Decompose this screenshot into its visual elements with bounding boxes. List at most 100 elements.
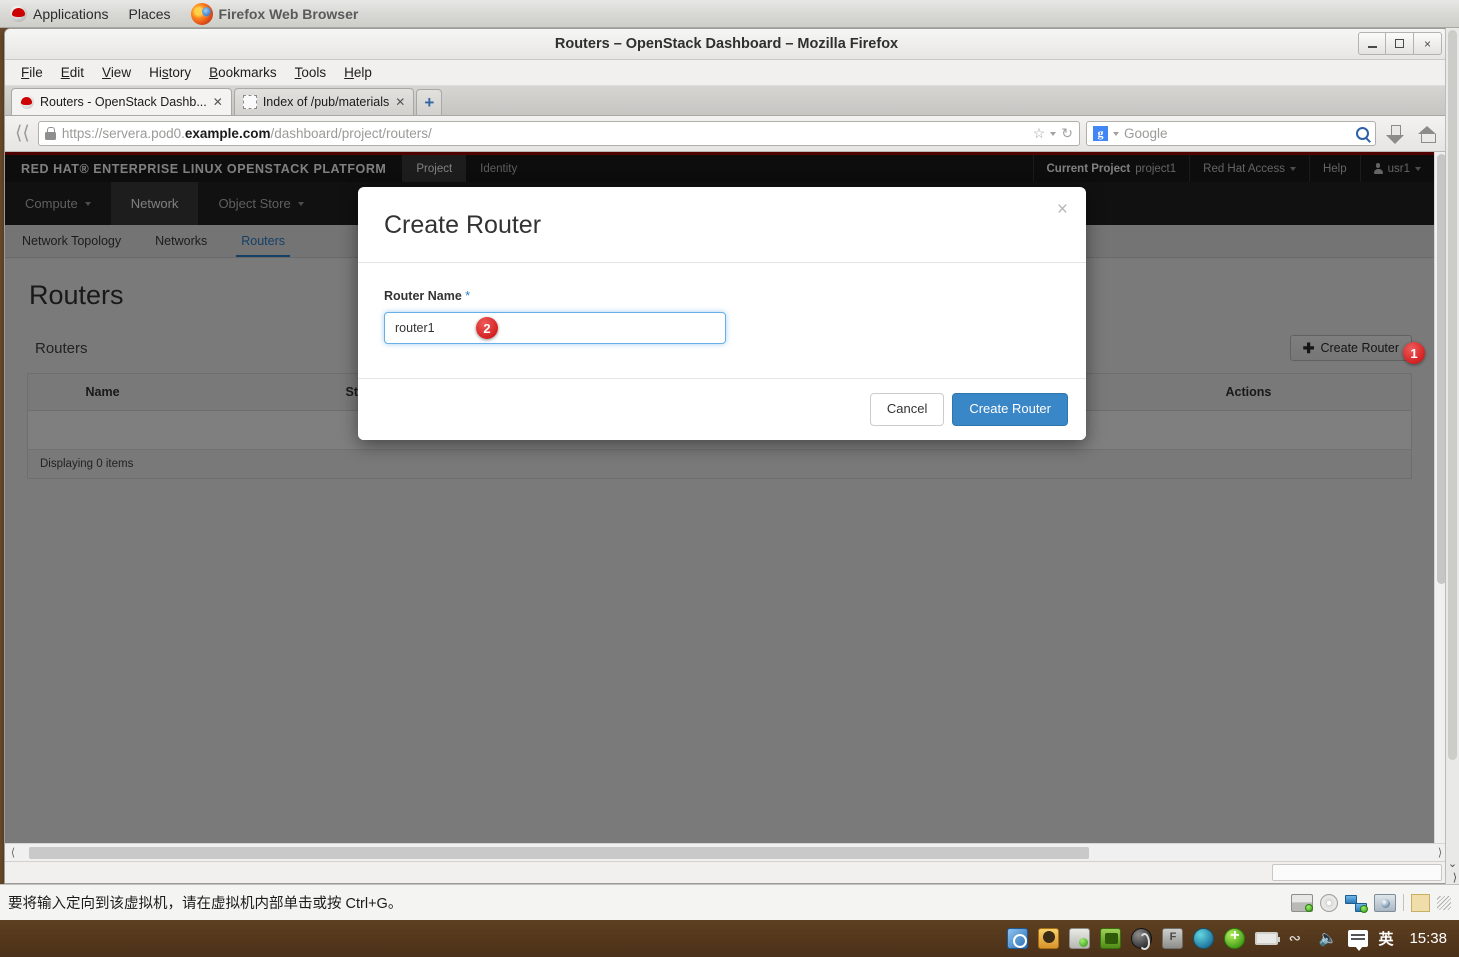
redhat-icon xyxy=(10,5,27,22)
annotation-badge-2: 2 xyxy=(476,317,498,339)
screenshot-icon[interactable] xyxy=(1374,893,1396,912)
router-name-label: Router Name * xyxy=(384,289,1060,303)
scroll-left-icon[interactable]: ⟨ xyxy=(5,846,21,859)
menu-tools[interactable]: Tools xyxy=(287,62,335,83)
status-box xyxy=(1272,864,1442,881)
gnome-top-panel: Applications Places Firefox Web Browser xyxy=(0,0,1459,28)
maximize-icon xyxy=(1395,39,1404,48)
window-title: Routers – OpenStack Dashboard – Mozilla … xyxy=(554,36,899,52)
places-menu[interactable]: Places xyxy=(119,0,181,27)
tab-close-icon[interactable]: ✕ xyxy=(395,95,405,109)
plus-icon: + xyxy=(424,93,435,112)
plus-icon[interactable] xyxy=(1224,927,1246,949)
font-icon[interactable] xyxy=(1162,928,1184,949)
language-indicator[interactable]: 英 xyxy=(1378,928,1393,949)
system-tray: ∾ 🔈 英 15:38 xyxy=(1007,927,1459,951)
menu-bar: File Edit View History Bookmarks Tools H… xyxy=(5,60,1448,86)
battery-icon[interactable] xyxy=(1255,932,1281,945)
close-icon[interactable]: × xyxy=(1057,200,1068,219)
menu-bookmarks[interactable]: Bookmarks xyxy=(201,62,285,83)
disk-icon[interactable] xyxy=(1291,893,1313,912)
scroll-down-icon[interactable]: ⌄ xyxy=(1446,857,1459,870)
page-horizontal-scrollbar[interactable]: ⟨ ⟩ xyxy=(5,843,1448,861)
wifi-icon[interactable]: ∾ xyxy=(1288,930,1308,947)
search-icon[interactable] xyxy=(1356,127,1369,140)
required-marker: * xyxy=(465,289,471,303)
router-name-field-wrapper: 2 xyxy=(384,312,726,344)
modal-create-router-button[interactable]: Create Router xyxy=(952,393,1068,426)
chevron-down-icon[interactable] xyxy=(1050,131,1057,136)
menu-edit[interactable]: Edit xyxy=(53,62,92,83)
horizontal-scroll-track[interactable] xyxy=(21,845,1432,860)
vm-device-icons xyxy=(1291,893,1451,913)
blank-page-favicon-icon xyxy=(242,95,257,109)
chevron-down-icon[interactable] xyxy=(1113,131,1119,136)
bookmark-star-icon[interactable]: ☆ xyxy=(1033,125,1046,142)
menu-help[interactable]: Help xyxy=(336,62,380,83)
back-forward-button[interactable]: ⟨⟨ xyxy=(13,122,32,145)
notes-icon[interactable] xyxy=(1411,893,1430,912)
tab-label: Index of /pub/materials xyxy=(262,95,390,109)
status-dot xyxy=(1360,904,1368,913)
url-bar[interactable]: https://servera.pod0.example.com/dashboa… xyxy=(37,121,1080,146)
router-name-label-text: Router Name xyxy=(384,289,462,303)
resize-grip-icon[interactable] xyxy=(1437,895,1451,910)
search-bar[interactable]: g Google xyxy=(1086,121,1376,146)
menu-file[interactable]: File xyxy=(13,62,51,83)
volume-icon[interactable]: 🔈 xyxy=(1318,930,1338,947)
file-transfer-icon[interactable] xyxy=(1069,928,1091,949)
openstack-dashboard-page: RED HAT® ENTERPRISE LINUX OPENSTACK PLAT… xyxy=(5,152,1434,843)
modal-title: Create Router xyxy=(384,211,542,239)
browser-tab-routers[interactable]: Routers - OpenStack Dashb... ✕ xyxy=(11,88,232,115)
router-name-input[interactable] xyxy=(384,312,726,344)
window-controls: × xyxy=(1358,32,1442,55)
search-input[interactable]: Google xyxy=(1124,126,1351,141)
nvidia-icon[interactable] xyxy=(1100,928,1122,949)
menu-view[interactable]: View xyxy=(94,62,139,83)
firefox-icon xyxy=(190,2,213,25)
tab-strip: Routers - OpenStack Dashb... ✕ Index of … xyxy=(5,86,1448,116)
reload-icon[interactable]: ↻ xyxy=(1061,125,1073,142)
update-icon[interactable] xyxy=(1131,928,1153,950)
home-button[interactable] xyxy=(1414,121,1440,147)
qq-icon[interactable] xyxy=(1038,928,1060,949)
tab-label: Routers - OpenStack Dashb... xyxy=(40,95,207,109)
google-icon: g xyxy=(1093,126,1108,141)
modal-footer: Cancel Create Router xyxy=(358,378,1086,440)
cdrom-icon[interactable] xyxy=(1320,893,1338,912)
vm-vertical-scrollbar[interactable]: ⌄ ⟩ xyxy=(1445,28,1459,884)
window-titlebar: Routers – OpenStack Dashboard – Mozilla … xyxy=(5,29,1448,60)
places-menu-label: Places xyxy=(128,5,171,22)
close-button[interactable]: × xyxy=(1414,32,1442,55)
compass-icon[interactable] xyxy=(1007,928,1029,949)
cancel-button[interactable]: Cancel xyxy=(869,393,945,426)
home-icon xyxy=(1417,125,1437,143)
firefox-window: Routers – OpenStack Dashboard – Mozilla … xyxy=(4,28,1449,884)
minimize-button[interactable] xyxy=(1358,32,1386,55)
modal-header: Create Router × xyxy=(358,187,1086,263)
input-method-icon[interactable] xyxy=(1348,930,1369,951)
vm-vertical-scroll-thumb[interactable] xyxy=(1448,30,1457,760)
desktop-taskbar: ∾ 🔈 英 15:38 xyxy=(0,920,1459,957)
new-tab-button[interactable]: + xyxy=(416,89,443,115)
clock[interactable]: 15:38 xyxy=(1403,930,1447,947)
divider xyxy=(1403,894,1404,911)
firefox-window-button[interactable]: Firefox Web Browser xyxy=(181,0,369,27)
scroll-right-icon[interactable]: ⟩ xyxy=(1453,871,1457,884)
navigation-toolbar: ⟨⟨ https://servera.pod0.example.com/dash… xyxy=(5,116,1448,152)
maximize-button[interactable] xyxy=(1386,32,1414,55)
close-icon: × xyxy=(1423,36,1431,51)
menu-history[interactable]: History xyxy=(141,62,199,83)
browser-viewport: RED HAT® ENTERPRISE LINUX OPENSTACK PLAT… xyxy=(5,152,1448,843)
status-dot xyxy=(1305,903,1313,912)
network-manager-icon[interactable] xyxy=(1193,928,1215,949)
downloads-button[interactable] xyxy=(1382,121,1408,147)
redhat-favicon-icon xyxy=(20,95,34,109)
browser-tab-materials[interactable]: Index of /pub/materials ✕ xyxy=(233,88,415,115)
applications-menu[interactable]: Applications xyxy=(0,0,119,27)
horizontal-scroll-thumb[interactable] xyxy=(29,846,1089,859)
url-bar-actions: ☆ ↻ xyxy=(1033,125,1073,142)
network-icon[interactable] xyxy=(1345,894,1368,913)
tab-close-icon[interactable]: ✕ xyxy=(213,95,223,109)
minimize-icon xyxy=(1367,46,1377,48)
